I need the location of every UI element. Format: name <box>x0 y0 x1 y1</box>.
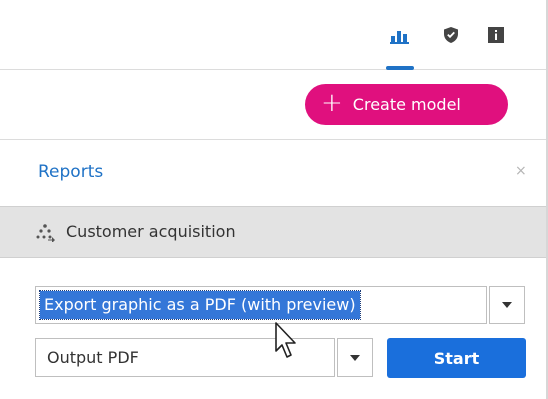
close-icon[interactable]: × <box>515 163 527 179</box>
reports-title: Reports <box>38 162 104 182</box>
chevron-down-icon <box>350 354 360 361</box>
output-format-value: Output PDF <box>47 348 139 367</box>
divider <box>0 139 546 140</box>
bar-chart-icon[interactable] <box>389 24 411 46</box>
export-action-combobox[interactable]: Export graphic as a PDF (with preview) <box>35 286 487 324</box>
top-icon-bar <box>0 0 546 70</box>
plus-icon: + <box>321 88 343 118</box>
shield-icon[interactable] <box>440 24 462 46</box>
mouse-cursor-icon <box>275 322 296 358</box>
output-dropdown-button[interactable] <box>337 338 373 377</box>
create-model-button[interactable]: + Create model <box>305 84 508 125</box>
reports-panel: + Create model Reports × Customer acquis… <box>0 0 548 399</box>
create-model-label: Create model <box>352 95 461 114</box>
export-dropdown-button[interactable] <box>489 286 525 324</box>
info-icon[interactable] <box>485 24 507 46</box>
customer-acquisition-bar[interactable]: Customer acquisition <box>0 206 546 258</box>
hierarchy-icon <box>36 224 55 242</box>
chevron-down-icon <box>502 302 512 308</box>
section-label: Customer acquisition <box>66 222 236 241</box>
start-button[interactable]: Start <box>387 338 526 378</box>
active-tab-indicator <box>386 66 414 70</box>
export-action-value[interactable]: Export graphic as a PDF (with preview) <box>39 290 361 320</box>
